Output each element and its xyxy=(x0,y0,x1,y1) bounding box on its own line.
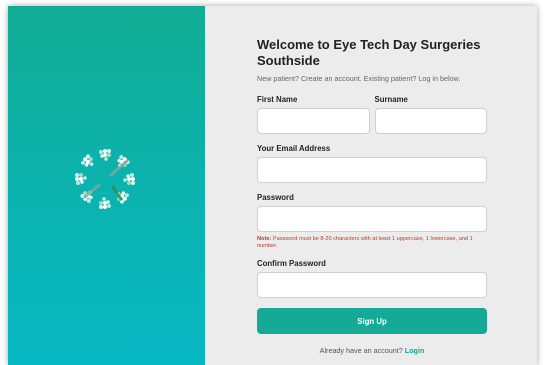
signup-window: Welcome to Eye Tech Day Surgeries Souths… xyxy=(8,6,537,365)
confirm-password-field: Confirm Password xyxy=(257,259,487,298)
note-text: Password must be 8-20 characters with at… xyxy=(257,236,473,249)
login-link[interactable]: Login xyxy=(405,346,425,355)
page-subtitle: New patient? Create an account. Existing… xyxy=(257,74,461,83)
brand-panel xyxy=(8,6,205,365)
first-name-field: First Name xyxy=(257,95,370,134)
surname-input[interactable] xyxy=(374,108,487,134)
password-label: Password xyxy=(257,193,294,202)
email-field: Your Email Address xyxy=(257,144,487,183)
first-name-label: First Name xyxy=(257,95,298,104)
email-label: Your Email Address xyxy=(257,144,331,153)
page-title: Welcome to Eye Tech Day Surgeries Souths… xyxy=(257,37,481,68)
password-note: Note: Password must be 8-20 characters w… xyxy=(257,236,487,250)
signup-form: Welcome to Eye Tech Day Surgeries Souths… xyxy=(257,37,487,355)
confirm-password-label: Confirm Password xyxy=(257,259,326,268)
surname-label: Surname xyxy=(374,95,408,104)
login-prompt: Already have an account? Login xyxy=(257,346,487,355)
pinwheel-logo-icon xyxy=(75,149,135,209)
confirm-password-input[interactable] xyxy=(257,272,487,298)
login-prompt-text: Already have an account? xyxy=(319,346,405,355)
password-field: Password Note: Password must be 8-20 cha… xyxy=(257,193,487,250)
name-row: First Name Surname xyxy=(257,95,487,134)
note-prefix: Note: xyxy=(257,236,272,242)
password-input[interactable] xyxy=(257,206,487,232)
surname-field: Surname xyxy=(374,95,487,134)
sign-up-button[interactable]: Sign Up xyxy=(257,308,487,334)
form-panel: Welcome to Eye Tech Day Surgeries Souths… xyxy=(205,6,537,365)
first-name-input[interactable] xyxy=(257,108,370,134)
email-input[interactable] xyxy=(257,157,487,183)
